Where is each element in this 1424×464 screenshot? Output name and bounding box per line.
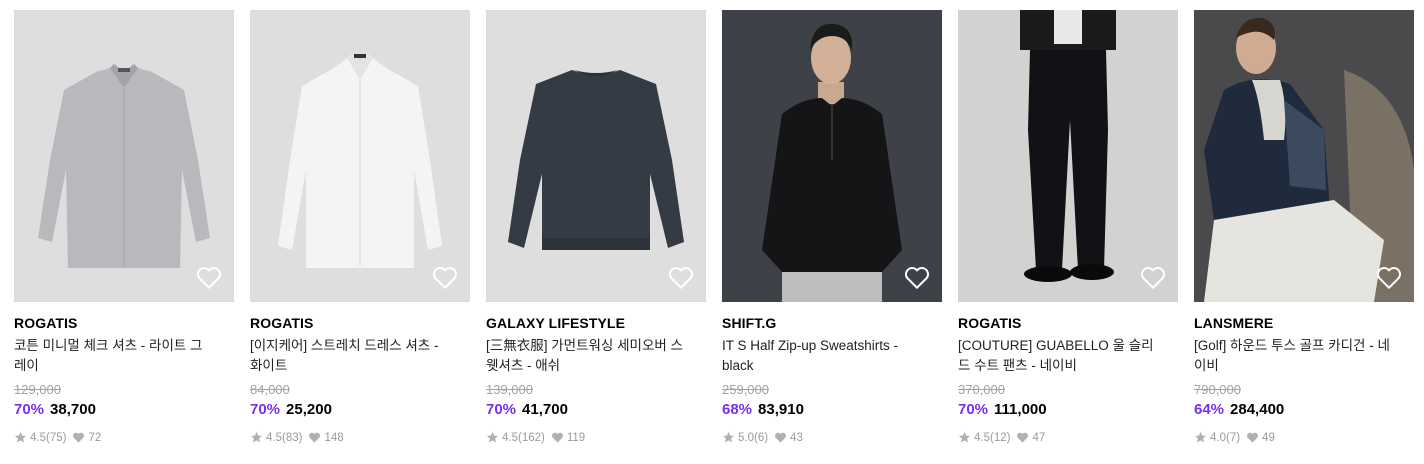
price-row: 70% 38,700 [14, 401, 234, 419]
product-meta: 5.0(6) 43 [722, 431, 942, 444]
like-count: 43 [790, 431, 803, 444]
product-name[interactable]: IT S Half Zip-up Sweatshirts - black [722, 336, 922, 376]
heart-icon [1017, 432, 1029, 443]
wishlist-heart-icon[interactable] [668, 266, 694, 290]
product-name[interactable]: [Golf] 하운드 투스 골프 카디건 - 네이비 [1194, 336, 1394, 376]
shirt-image [14, 10, 234, 302]
brand-name[interactable]: GALAXY LIFESTYLE [486, 315, 706, 332]
product-image[interactable] [14, 10, 234, 302]
rating-text: 5.0(6) [738, 431, 769, 444]
sale-price: 38,700 [50, 401, 96, 418]
original-price: 370,000 [958, 382, 1005, 397]
wishlist-heart-icon[interactable] [1140, 266, 1166, 290]
product-card[interactable]: ROGATIS 코튼 미니멀 체크 셔츠 - 라이트 그레이 129,000 7… [14, 10, 234, 455]
like-count: 49 [1262, 431, 1275, 444]
price-row: 70% 25,200 [250, 401, 470, 419]
product-image[interactable] [722, 10, 942, 302]
product-meta: 4.5(83) 148 [250, 431, 470, 444]
original-price: 139,000 [486, 382, 533, 397]
heart-icon [1247, 432, 1259, 443]
product-name[interactable]: [COUTURE] GUABELLO 울 슬리드 수트 팬츠 - 네이비 [958, 336, 1158, 376]
product-image[interactable] [958, 10, 1178, 302]
cardigan-photo-image [1194, 10, 1414, 302]
heart-icon [551, 432, 563, 443]
brand-name[interactable]: SHIFT.G [722, 315, 942, 332]
product-name[interactable]: 코튼 미니멀 체크 셔츠 - 라이트 그레이 [14, 336, 214, 376]
heart-icon [73, 432, 85, 443]
price-row: 70% 41,700 [486, 401, 706, 419]
product-name[interactable]: [이지케어] 스트레치 드레스 셔츠 - 화이트 [250, 336, 450, 376]
product-meta: 4.5(162) 119 [486, 431, 706, 444]
sale-price: 111,000 [994, 401, 1047, 418]
product-meta: 4.5(12) 47 [958, 431, 1178, 444]
heart-icon [309, 432, 321, 443]
star-icon [250, 431, 263, 443]
product-card[interactable]: ROGATIS [이지케어] 스트레치 드레스 셔츠 - 화이트 84,000 … [250, 10, 470, 455]
sale-price: 284,400 [1230, 401, 1285, 418]
like-count: 148 [324, 431, 344, 444]
product-card[interactable]: ROGATIS [COUTURE] GUABELLO 울 슬리드 수트 팬츠 -… [958, 10, 1178, 455]
pants-photo-image [958, 10, 1178, 302]
model-photo-image [722, 10, 942, 302]
discount-rate: 70% [958, 401, 989, 418]
shirt-image [250, 10, 470, 302]
original-price: 84,000 [250, 382, 290, 397]
product-name[interactable]: [三無衣服] 가먼트워싱 세미오버 스웻셔츠 - 애쉬 [486, 336, 686, 376]
product-card[interactable]: GALAXY LIFESTYLE [三無衣服] 가먼트워싱 세미오버 스웻셔츠 … [486, 10, 706, 455]
rating-text: 4.5(162) [502, 431, 545, 444]
rating-text: 4.5(83) [266, 431, 303, 444]
star-icon [958, 431, 971, 443]
sweatshirt-image [486, 10, 706, 302]
discount-rate: 68% [722, 401, 753, 418]
wishlist-heart-icon[interactable] [904, 266, 930, 290]
star-icon [722, 431, 735, 443]
price-row: 70% 111,000 [958, 401, 1178, 419]
discount-rate: 64% [1194, 401, 1225, 418]
product-meta: 4.0(7) 49 [1194, 431, 1414, 444]
brand-name[interactable]: LANSMERE [1194, 315, 1414, 332]
discount-rate: 70% [14, 401, 45, 418]
product-image[interactable] [486, 10, 706, 302]
like-count: 72 [88, 431, 102, 444]
wishlist-heart-icon[interactable] [196, 266, 222, 290]
discount-rate: 70% [486, 401, 517, 418]
brand-name[interactable]: ROGATIS [14, 315, 234, 332]
price-row: 64% 284,400 [1194, 401, 1414, 419]
like-count: 47 [1032, 431, 1046, 444]
product-image[interactable] [1194, 10, 1414, 302]
like-count: 119 [566, 431, 586, 444]
product-meta: 4.5(75) 72 [14, 431, 234, 444]
original-price: 129,000 [14, 382, 61, 397]
product-grid: ROGATIS 코튼 미니멀 체크 셔츠 - 라이트 그레이 129,000 7… [14, 10, 1414, 455]
star-icon [1194, 431, 1207, 443]
sale-price: 41,700 [522, 401, 568, 418]
product-image[interactable] [250, 10, 470, 302]
rating-text: 4.5(12) [974, 431, 1011, 444]
rating-text: 4.0(7) [1210, 431, 1241, 444]
brand-name[interactable]: ROGATIS [958, 315, 1178, 332]
product-card[interactable]: SHIFT.G IT S Half Zip-up Sweatshirts - b… [722, 10, 942, 455]
original-price: 790,000 [1194, 382, 1241, 397]
sale-price: 83,910 [758, 401, 804, 418]
product-card[interactable]: LANSMERE [Golf] 하운드 투스 골프 카디건 - 네이비 790,… [1194, 10, 1414, 455]
heart-icon [775, 432, 787, 443]
original-price: 259,000 [722, 382, 769, 397]
brand-name[interactable]: ROGATIS [250, 315, 470, 332]
wishlist-heart-icon[interactable] [432, 266, 458, 290]
star-icon [14, 431, 27, 443]
wishlist-heart-icon[interactable] [1376, 266, 1402, 290]
star-icon [486, 431, 499, 443]
price-row: 68% 83,910 [722, 401, 942, 419]
discount-rate: 70% [250, 401, 281, 418]
rating-text: 4.5(75) [30, 431, 67, 444]
sale-price: 25,200 [286, 401, 332, 418]
